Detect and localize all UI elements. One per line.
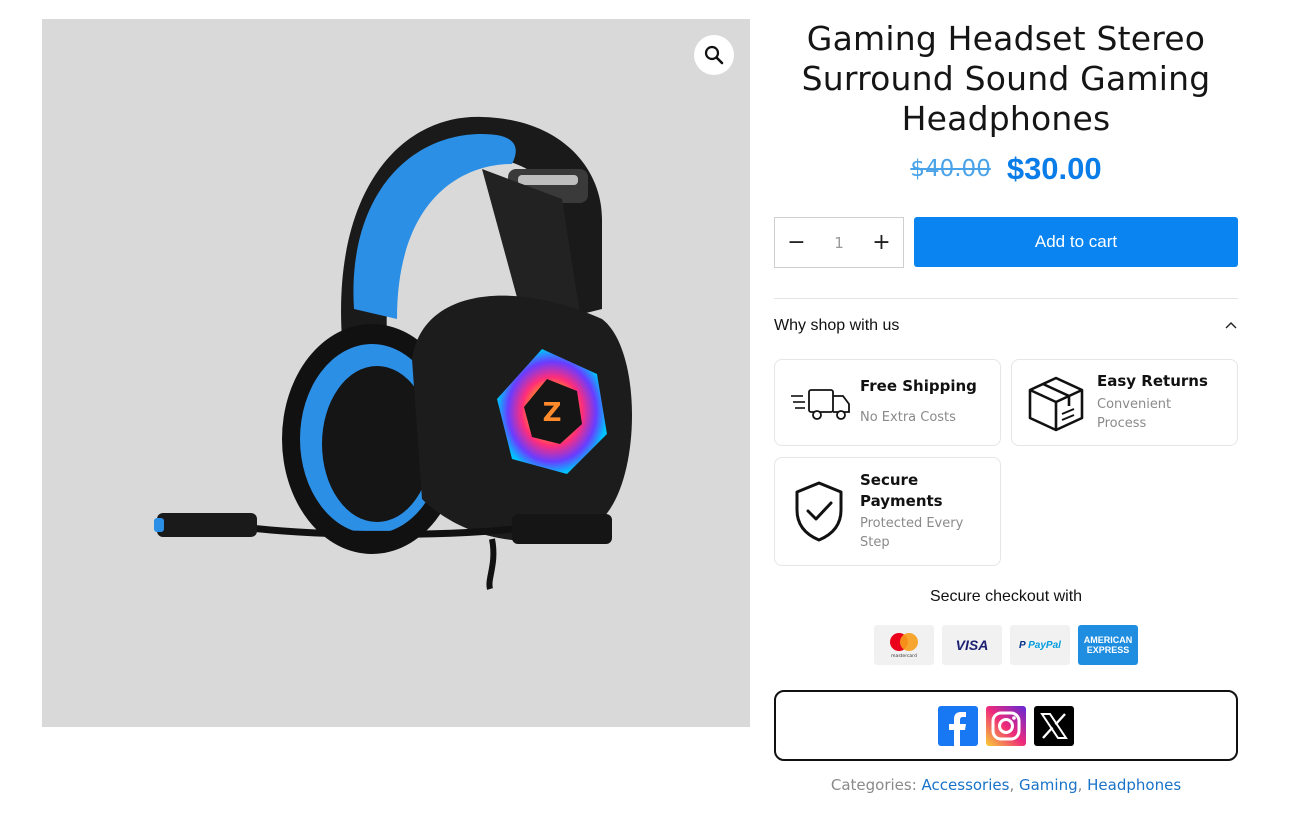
- chevron-up-icon[interactable]: [1224, 319, 1238, 333]
- product-categories: Categories: Accessories, Gaming, Headpho…: [830, 776, 1182, 794]
- truck-icon: [791, 389, 850, 420]
- social-share-box: [774, 690, 1238, 761]
- box-icon: [1028, 376, 1084, 432]
- badge-free-shipping: Free Shipping No Extra Costs: [774, 359, 1001, 446]
- category-link-accessories[interactable]: Accessories: [922, 776, 1010, 794]
- visa-icon: VISA: [942, 625, 1002, 665]
- svg-text:mastercard: mastercard: [891, 653, 917, 659]
- product-title: Gaming Headset Stereo Surround Sound Gam…: [801, 19, 1211, 138]
- quantity-increase-button[interactable]: +: [860, 218, 903, 267]
- payment-methods: mastercard VISA P PayPal AMERICAN EXPRES…: [874, 625, 1138, 665]
- zoom-button[interactable]: [694, 35, 734, 75]
- badge-subtitle: No Extra Costs: [860, 410, 956, 425]
- magnifier-icon: [704, 45, 724, 65]
- secure-checkout-label: Secure checkout with: [929, 588, 1083, 605]
- add-to-cart-button[interactable]: Add to cart: [914, 217, 1238, 267]
- badge-subtitle: Convenient Process: [1097, 397, 1172, 431]
- price-row: $40.00 $30.00: [774, 149, 1238, 189]
- divider: [774, 298, 1238, 299]
- svg-text:Z: Z: [543, 398, 562, 428]
- instagram-icon[interactable]: [986, 705, 1026, 746]
- amex-icon: AMERICAN EXPRESS: [1078, 625, 1138, 665]
- category-link-headphones[interactable]: Headphones: [1087, 776, 1181, 794]
- mastercard-icon: mastercard: [874, 625, 934, 665]
- product-image[interactable]: Z: [42, 19, 750, 727]
- paypal-icon: P PayPal: [1010, 625, 1070, 665]
- x-icon[interactable]: [1034, 705, 1074, 746]
- quantity-decrease-button[interactable]: −: [775, 218, 818, 267]
- product-summary: Gaming Headset Stereo Surround Sound Gam…: [774, 19, 1238, 794]
- badge-title: Secure Payments: [860, 471, 943, 510]
- badge-secure-payments: Secure Payments Protected Every Step: [774, 457, 1001, 566]
- product-gallery: Z: [42, 19, 750, 727]
- add-to-cart-form: − 1 + Add to cart: [774, 217, 1238, 268]
- why-shop-label: Why shop with us: [774, 317, 900, 334]
- why-shop-accordion-header[interactable]: Why shop with us: [774, 317, 1238, 335]
- badge-subtitle: Protected Every Step: [860, 516, 964, 550]
- sale-price: $30.00: [1006, 151, 1102, 186]
- badge-title: Easy Returns: [1097, 372, 1208, 390]
- old-price: $40.00: [910, 156, 991, 182]
- shield-check-icon: [795, 481, 843, 542]
- facebook-icon[interactable]: [938, 705, 978, 746]
- category-link-gaming[interactable]: Gaming: [1019, 776, 1078, 794]
- badge-title: Free Shipping: [860, 377, 977, 395]
- badge-easy-returns: Easy Returns Convenient Process: [1011, 359, 1238, 446]
- quantity-stepper: − 1 +: [774, 217, 904, 268]
- categories-label: Categories:: [830, 776, 917, 794]
- quantity-input[interactable]: 1: [818, 234, 860, 252]
